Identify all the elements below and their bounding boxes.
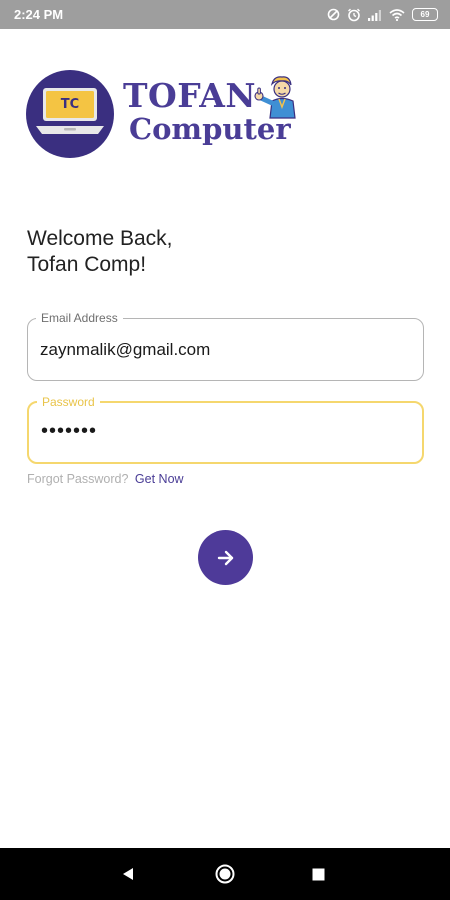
welcome-line-2: Tofan Comp! xyxy=(27,253,147,276)
email-label: Email Address xyxy=(36,311,123,325)
status-bar: 2:24 PM 69 xyxy=(0,0,450,29)
battery-level: 69 xyxy=(420,10,430,19)
logo-initials: TC xyxy=(60,97,80,112)
status-icons: 69 xyxy=(327,8,438,22)
wifi-icon xyxy=(389,8,405,21)
logo-badge: TC xyxy=(26,70,114,158)
back-icon xyxy=(123,868,133,880)
welcome-heading: Welcome Back, Tofan Comp! xyxy=(27,226,173,278)
data-saver-icon xyxy=(327,8,340,21)
nav-home-button[interactable] xyxy=(209,848,241,900)
recents-icon xyxy=(312,868,324,880)
navigation-bar xyxy=(0,848,450,900)
login-screen: 2:24 PM 69 TC TOFAN Computer Welcome Bac… xyxy=(0,0,450,900)
password-input[interactable]: ••••••• xyxy=(41,420,97,443)
login-button[interactable] xyxy=(198,530,253,585)
alarm-icon xyxy=(347,8,361,22)
forgot-password-text: Forgot Password? xyxy=(27,472,129,486)
email-field[interactable]: Email Address zaynmalik@gmail.com xyxy=(27,311,424,381)
battery-icon: 69 xyxy=(412,8,438,21)
brand-logo: TC TOFAN Computer xyxy=(26,70,316,160)
signal-icon xyxy=(368,9,382,21)
password-field[interactable]: Password ••••••• xyxy=(27,395,424,464)
home-icon xyxy=(215,864,235,884)
forgot-password-row: Forgot Password? Get Now xyxy=(27,472,184,486)
get-now-link[interactable]: Get Now xyxy=(135,472,184,486)
nav-back-button[interactable] xyxy=(112,848,144,900)
logo-word-tofan: TOFAN xyxy=(123,76,257,115)
status-time: 2:24 PM xyxy=(14,7,64,22)
password-label: Password xyxy=(37,395,100,409)
nav-recents-button[interactable] xyxy=(302,848,334,900)
email-input[interactable]: zaynmalik@gmail.com xyxy=(40,340,210,360)
welcome-line-1: Welcome Back, xyxy=(27,227,173,250)
mascot-icon xyxy=(254,76,296,119)
arrow-right-icon xyxy=(217,550,233,565)
